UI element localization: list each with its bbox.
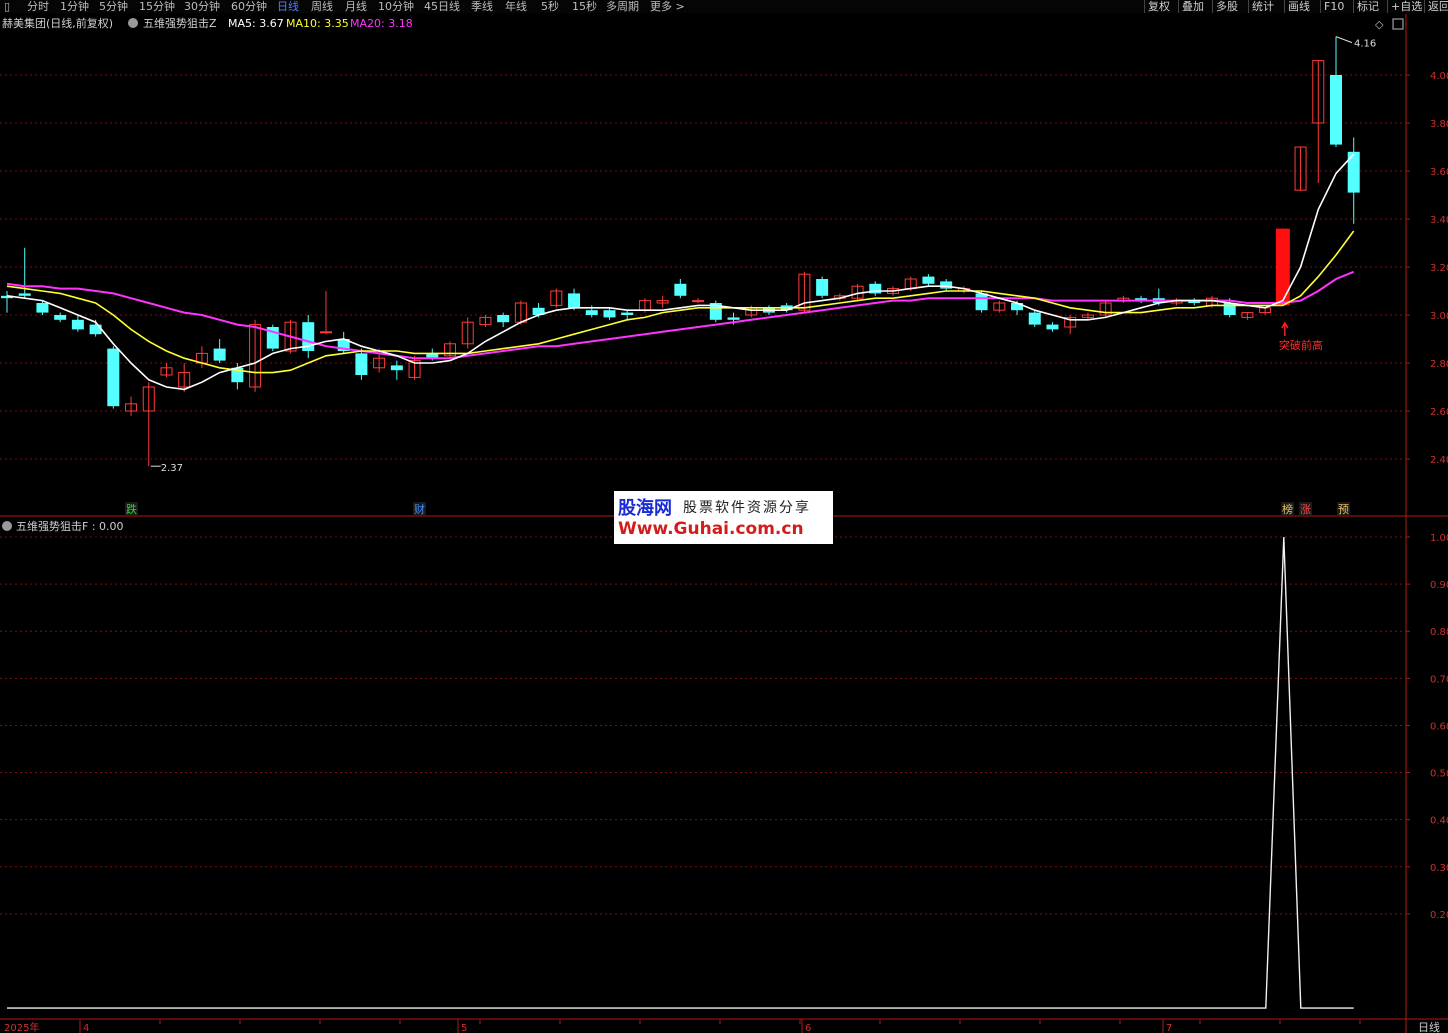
event-marker: 跌 [126,502,137,516]
sub-tick-label: 0.40 [1430,816,1448,827]
candle-body-down [922,276,935,284]
candle-body-down [89,324,102,335]
watermark-slogan: 股票软件资源分享 [683,500,811,516]
price-tick-label: 3.40 [1430,215,1448,226]
x-axis-label: 7 [1166,1023,1172,1033]
sub-tick-label: 0.70 [1430,674,1448,685]
candle-body-down [213,348,226,361]
breakout-label: 突破前高 [1279,338,1323,352]
candle-body-up [692,300,705,303]
candle-body-down [621,312,634,315]
candle-body-down [390,365,403,371]
candle-body-down [71,319,84,330]
x-axis-label: 6 [805,1023,811,1033]
sub-indicator-toggle-icon[interactable] [2,521,12,531]
watermark-brand: 股海网 [618,498,672,519]
candle-body-down [36,303,49,313]
price-tick-label: 3.60 [1430,167,1448,178]
price-tick-label: 2.80 [1430,359,1448,370]
x-axis-label: 5 [461,1023,467,1033]
window-icon[interactable] [1392,18,1404,30]
sub-indicator-label: 五维强势狙击F : 0.00 [16,520,124,533]
diamond-icon: ◇ [1375,18,1384,31]
high-pointer [1335,36,1353,44]
stock-name: 赫美集团(日线,前复权) [2,16,113,30]
candle-body-down [975,293,988,311]
candle-body-down [727,317,740,320]
event-marker: 预 [1338,503,1349,516]
low-price-label: 2.37 [161,463,183,474]
price-tick-label: 3.20 [1430,263,1448,274]
watermark: 股海网 股票软件资源分享 Www.Guhai.com.cn [614,491,833,544]
event-marker: 财 [414,502,425,516]
candle-body-down [1046,324,1059,330]
candle-body-down [54,315,67,320]
price-tick-label: 3.00 [1430,311,1448,322]
candle-body-down [18,293,31,296]
watermark-url: Www.Guhai.com.cn [618,519,804,539]
period-label: 日线 [1418,1020,1440,1033]
sub-tick-label: 0.20 [1430,910,1448,921]
indicator-toggle-icon[interactable] [128,18,138,28]
sub-tick-label: 0.30 [1430,863,1448,874]
sub-tick-label: 0.50 [1430,769,1448,780]
x-axis-label: 2025年 [4,1021,39,1033]
event-marker: 涨 [1300,503,1311,516]
candle-body-up [319,331,332,334]
sub-tick-label: 1.00 [1430,533,1448,544]
candle-body-down [1028,312,1041,325]
sub-tick-label: 0.80 [1430,627,1448,638]
sub-tick-label: 0.90 [1430,580,1448,591]
candle-body-down [603,310,616,318]
event-marker: 榜 [1282,502,1293,516]
price-tick-label: 3.80 [1430,119,1448,130]
candle-body-down [497,315,510,323]
candle-body-down [1330,75,1342,145]
breakout-arrow-icon [1281,321,1289,336]
candle-body-down [107,348,120,407]
ma10-label: MA10: 3.35 [286,17,349,30]
candle-body-down [355,353,368,375]
price-tick-label: 2.40 [1430,455,1448,466]
ma20-label: MA20: 3.18 [350,17,413,30]
x-axis-label: 4 [83,1023,89,1033]
candle-body-down [816,279,829,296]
candle-body-down [674,283,687,296]
ma10-line [6,230,1355,374]
high-price-label: 4.16 [1354,39,1376,50]
sub-tick-label: 0.60 [1430,721,1448,732]
candle-body-down [568,293,581,308]
price-tick-label: 2.60 [1430,407,1448,418]
signal-candle [1275,228,1290,306]
candle-body-down [585,310,598,315]
main-header: 赫美集团(日线,前复权) [2,16,113,30]
indicator-name: 五维强势狙击Z [143,17,217,30]
price-tick-label: 4.00 [1430,71,1448,82]
ma5-line [6,153,1355,391]
ma5-label: MA5: 3.67 [228,17,284,30]
candles [1,36,1360,467]
